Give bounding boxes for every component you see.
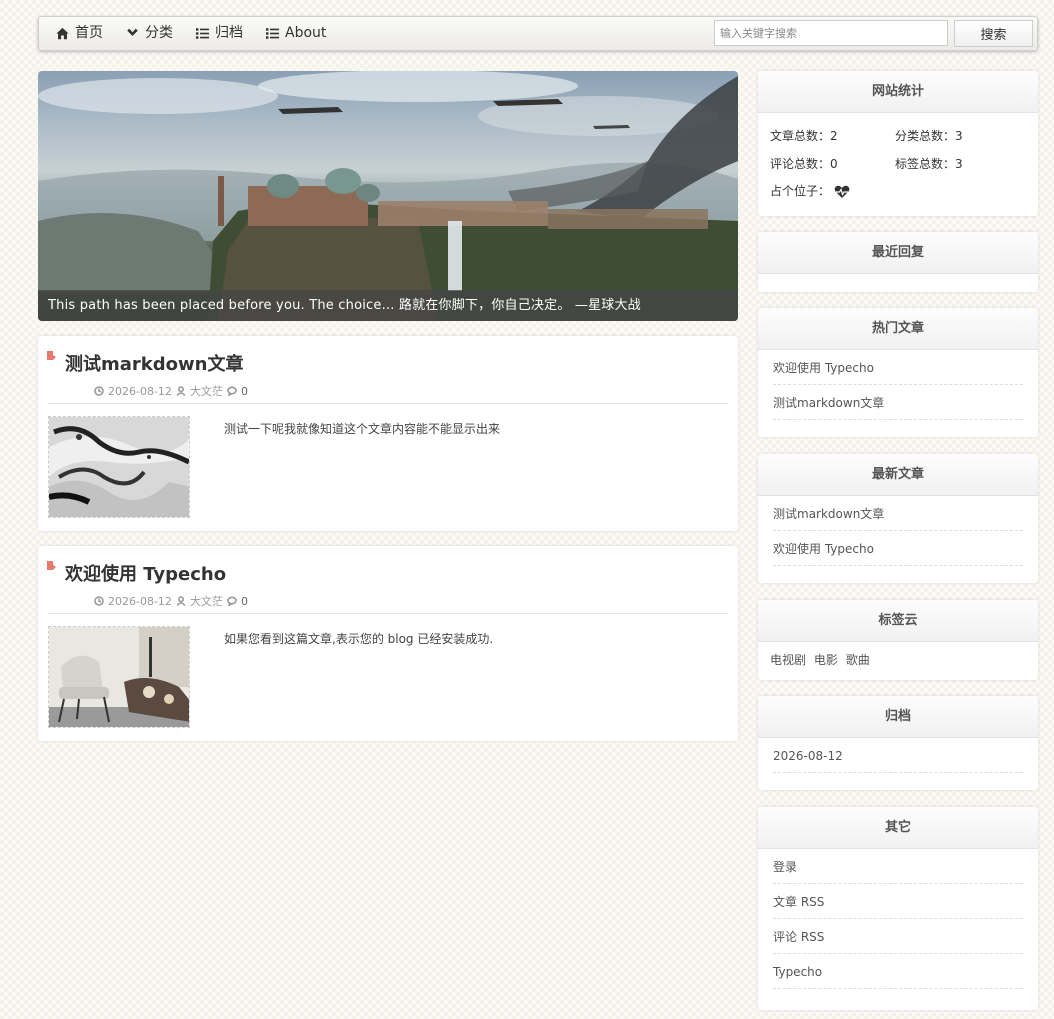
- nav-item-home[interactable]: 首页: [56, 17, 103, 50]
- latest-post-link[interactable]: 测试markdown文章: [773, 496, 1023, 531]
- post-title[interactable]: 欢迎使用 Typecho: [65, 560, 226, 586]
- comment-icon: [227, 386, 237, 396]
- widget-latest-posts: 最新文章 测试markdown文章 欢迎使用 Typecho: [758, 454, 1038, 583]
- post-thumbnail[interactable]: [48, 416, 190, 518]
- post-author[interactable]: 大文茫: [190, 593, 223, 609]
- archive-link[interactable]: 2026-08-12: [773, 738, 1023, 773]
- user-icon: [176, 386, 186, 396]
- widget-tag-cloud: 标签云 电视剧 电影 歌曲: [758, 600, 1038, 680]
- post-comment-count[interactable]: 0: [241, 595, 248, 608]
- widget-title: 其它: [758, 807, 1038, 849]
- nav-item-label: 归档: [215, 25, 243, 41]
- hero-image: [38, 71, 738, 321]
- nav-item-archive[interactable]: 归档: [196, 17, 243, 50]
- post-meta: 2026-08-12 大文茫 0: [94, 383, 248, 399]
- post-date: 2026-08-12: [108, 384, 172, 398]
- post-excerpt: 如果您看到这篇文章,表示您的 blog 已经安装成功.: [224, 632, 494, 646]
- chevron-down-icon: [127, 28, 138, 36]
- stat-label: 占个位子：: [770, 184, 831, 198]
- bookmark-icon: [47, 561, 56, 570]
- typecho-link[interactable]: Typecho: [773, 954, 1023, 989]
- stat-value: 3: [955, 157, 963, 171]
- hero-caption: This path has been placed before you. Th…: [38, 290, 738, 321]
- login-link[interactable]: 登录: [773, 849, 1023, 884]
- comment-icon: [227, 596, 237, 606]
- interior-chair-image: [49, 627, 189, 727]
- post-divider: [48, 403, 728, 404]
- clock-icon: [94, 596, 104, 606]
- tag-link[interactable]: 歌曲: [846, 653, 870, 667]
- stat-post-count: 文章总数：2: [770, 127, 838, 144]
- nav-item-categories[interactable]: 分类: [126, 17, 173, 50]
- stat-placeholder: 占个位子：: [770, 182, 850, 199]
- list-icon: [196, 28, 209, 39]
- nav-item-label: About: [285, 25, 327, 41]
- hot-post-link[interactable]: 欢迎使用 Typecho: [773, 350, 1023, 385]
- widget-title: 热门文章: [758, 308, 1038, 350]
- nav-item-about[interactable]: About: [266, 17, 326, 50]
- stat-value: 3: [955, 129, 963, 143]
- search-button[interactable]: 搜索: [954, 20, 1033, 47]
- nav-item-label: 分类: [145, 25, 173, 41]
- widget-archive: 归档 2026-08-12: [758, 696, 1038, 790]
- stat-label: 分类总数：: [895, 129, 956, 143]
- post-divider: [48, 613, 728, 614]
- heartbeat-icon: [834, 185, 850, 198]
- home-icon: [56, 27, 69, 40]
- ink-painting-image: [49, 417, 189, 517]
- stat-label: 文章总数：: [770, 129, 831, 143]
- stat-comment-count: 评论总数：0: [770, 155, 838, 172]
- stat-label: 标签总数：: [895, 157, 956, 171]
- search-input[interactable]: [714, 20, 948, 46]
- list-icon: [266, 28, 279, 39]
- widget-title: 网站统计: [758, 71, 1038, 113]
- stat-label: 评论总数：: [770, 157, 831, 171]
- post-date: 2026-08-12: [108, 594, 172, 608]
- hero-banner: This path has been placed before you. Th…: [38, 71, 738, 321]
- post-card: 测试markdown文章 2026-08-12 大文茫 0 测试一下呢我就像知道…: [38, 336, 738, 531]
- posts-rss-link[interactable]: 文章 RSS: [773, 884, 1023, 919]
- user-icon: [176, 596, 186, 606]
- top-navbar: 首页 分类 归档 About 搜索: [38, 16, 1038, 51]
- tag-link[interactable]: 电视剧: [770, 653, 806, 667]
- post-author[interactable]: 大文茫: [190, 383, 223, 399]
- bookmark-icon: [47, 351, 56, 360]
- hot-post-link[interactable]: 测试markdown文章: [773, 385, 1023, 420]
- post-comment-count[interactable]: 0: [241, 385, 248, 398]
- post-thumbnail[interactable]: [48, 626, 190, 728]
- stat-value: 0: [830, 157, 838, 171]
- stat-tag-count: 标签总数：3: [895, 155, 963, 172]
- widget-hot-posts: 热门文章 欢迎使用 Typecho 测试markdown文章: [758, 308, 1038, 437]
- post-excerpt: 测试一下呢我就像知道这个文章内容能不能显示出来: [224, 422, 501, 436]
- widget-site-stats: 网站统计 文章总数：2 分类总数：3 评论总数：0 标签总数：3 占个位子：: [758, 71, 1038, 216]
- post-meta: 2026-08-12 大文茫 0: [94, 593, 248, 609]
- stat-value: 2: [830, 129, 838, 143]
- widget-title: 归档: [758, 696, 1038, 738]
- widget-title: 最近回复: [758, 232, 1038, 274]
- widget-title: 最新文章: [758, 454, 1038, 496]
- clock-icon: [94, 386, 104, 396]
- latest-post-link[interactable]: 欢迎使用 Typecho: [773, 531, 1023, 566]
- post-title[interactable]: 测试markdown文章: [65, 350, 243, 376]
- tag-link[interactable]: 电影: [814, 653, 838, 667]
- comments-rss-link[interactable]: 评论 RSS: [773, 919, 1023, 954]
- post-card: 欢迎使用 Typecho 2026-08-12 大文茫 0 如果您看到这篇文章,…: [38, 546, 738, 741]
- stat-category-count: 分类总数：3: [895, 127, 963, 144]
- widget-title: 标签云: [758, 600, 1038, 642]
- widget-other: 其它 登录 文章 RSS 评论 RSS Typecho: [758, 807, 1038, 1010]
- widget-recent-replies: 最近回复: [758, 232, 1038, 292]
- nav-item-label: 首页: [75, 25, 103, 41]
